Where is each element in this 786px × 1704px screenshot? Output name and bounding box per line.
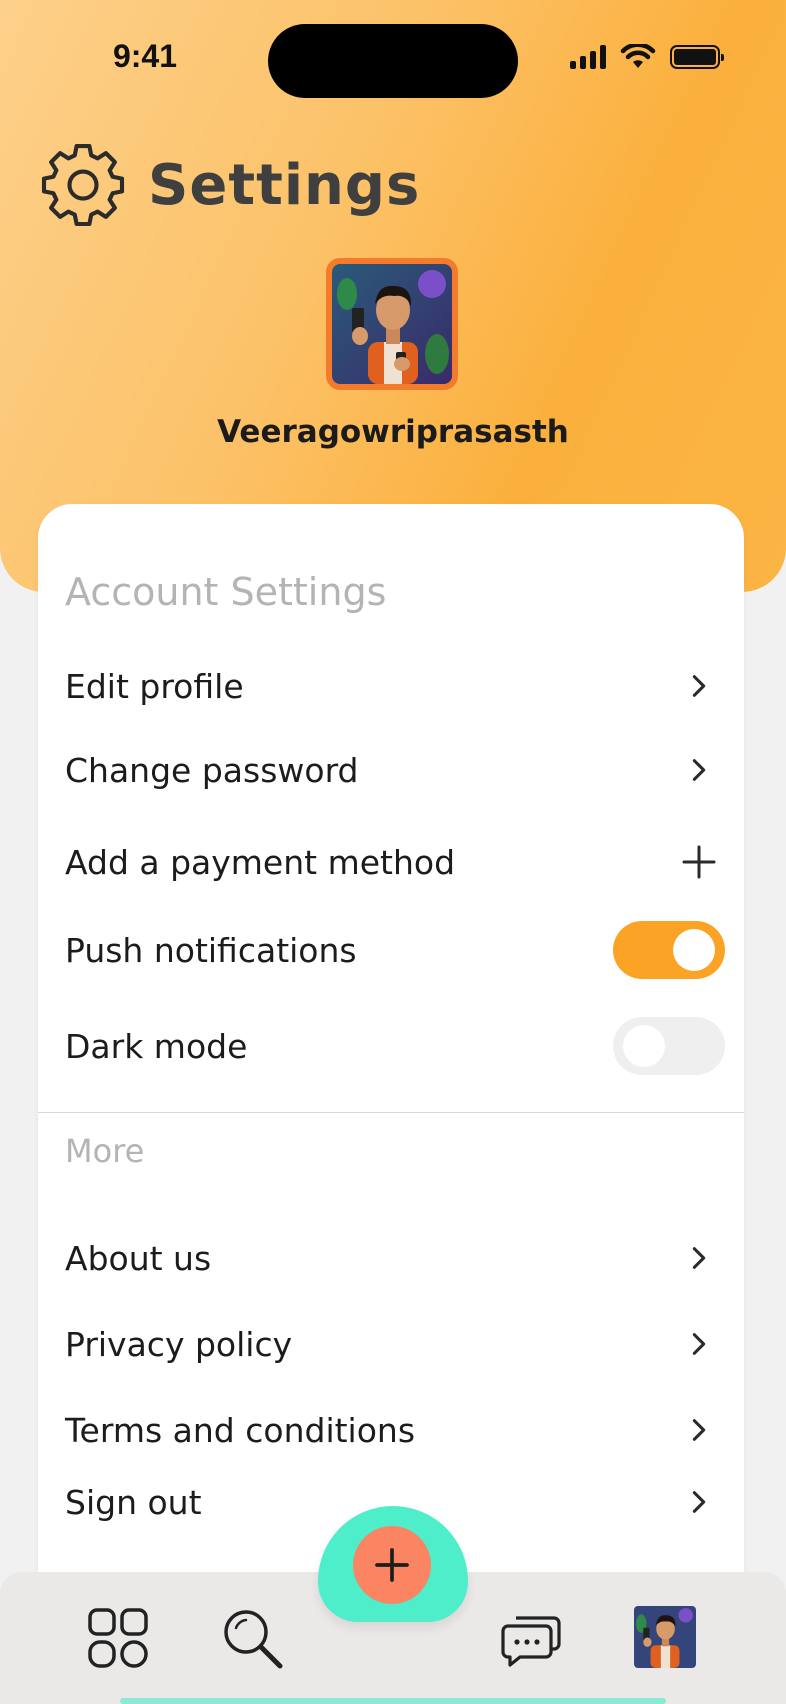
profile-avatar[interactable] xyxy=(326,258,458,390)
avatar-image xyxy=(634,1606,696,1668)
row-label: Edit profile xyxy=(65,666,244,706)
page-header: Settings xyxy=(38,140,420,230)
avatar-image xyxy=(332,264,452,384)
gear-icon xyxy=(41,143,125,227)
chevron-right-icon xyxy=(692,759,706,781)
row-label: Add a payment method xyxy=(65,842,456,882)
home-indicator xyxy=(120,1698,666,1704)
dark-mode-row: Dark mode xyxy=(65,1016,725,1076)
chevron-right-icon xyxy=(692,675,706,697)
search-icon[interactable] xyxy=(220,1606,286,1672)
push-notifications-toggle[interactable] xyxy=(613,921,725,979)
profile-nav-avatar[interactable] xyxy=(634,1606,696,1668)
chevron-right-icon xyxy=(692,1419,706,1441)
chat-icon[interactable] xyxy=(500,1610,562,1668)
toggle-knob xyxy=(673,929,715,971)
dark-mode-toggle[interactable] xyxy=(613,1017,725,1075)
settings-card: Account Settings Edit profile Change pas… xyxy=(38,504,744,1604)
grid-icon[interactable] xyxy=(86,1606,150,1670)
row-label: Change password xyxy=(65,750,359,790)
terms-and-conditions-row[interactable]: Terms and conditions xyxy=(65,1400,725,1460)
chevron-right-icon xyxy=(692,1333,706,1355)
status-time: 9:41 xyxy=(112,38,178,74)
user-name: Veeragowriprasasth xyxy=(217,414,569,450)
add-icon xyxy=(375,1548,409,1582)
change-password-row[interactable]: Change password xyxy=(65,740,725,800)
section-divider xyxy=(38,1112,744,1113)
status-icons xyxy=(570,44,724,70)
add-button[interactable] xyxy=(353,1526,431,1604)
chevron-right-icon xyxy=(692,1247,706,1269)
dynamic-island xyxy=(268,24,518,98)
status-bar: 9:41 xyxy=(0,0,786,110)
add-payment-method-row[interactable]: Add a payment method xyxy=(65,832,725,892)
battery-icon xyxy=(670,45,724,69)
section-title-account-settings: Account Settings xyxy=(65,570,387,614)
page-title: Settings xyxy=(148,152,421,218)
row-label: Sign out xyxy=(65,1482,202,1522)
row-label: Push notifications xyxy=(65,930,357,970)
row-label: Privacy policy xyxy=(65,1324,293,1364)
plus-icon[interactable] xyxy=(681,844,717,880)
toggle-knob xyxy=(623,1025,665,1067)
wifi-icon xyxy=(620,44,656,68)
row-label: About us xyxy=(65,1238,212,1278)
row-label: Dark mode xyxy=(65,1026,248,1066)
section-title-more: More xyxy=(65,1132,145,1170)
privacy-policy-row[interactable]: Privacy policy xyxy=(65,1314,725,1374)
row-label: Terms and conditions xyxy=(65,1410,416,1450)
push-notifications-row: Push notifications xyxy=(65,920,725,980)
about-us-row[interactable]: About us xyxy=(65,1228,725,1288)
cellular-signal-icon xyxy=(570,45,606,69)
chevron-right-icon xyxy=(692,1491,706,1513)
edit-profile-row[interactable]: Edit profile xyxy=(65,656,725,716)
